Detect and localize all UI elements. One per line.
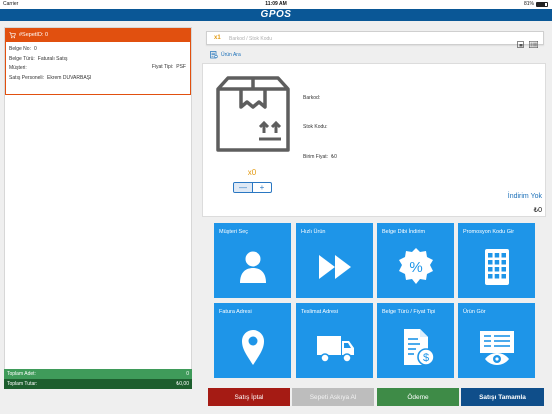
tile-label: Hızlı Ürün: [301, 229, 326, 235]
personel-row: Satış Personeli: Ekrem DUVARBAŞI: [9, 75, 187, 85]
payment-button[interactable]: Ödeme: [377, 388, 459, 406]
toplam-adet-row: Toplam Adet: 0: [4, 369, 192, 379]
decrease-button[interactable]: —: [234, 183, 253, 192]
cart-header[interactable]: #SepetID: 0: [5, 28, 191, 42]
battery-icon: [536, 1, 548, 7]
product-card: x0 — + Barkod: Stok Kodu: Birim Fiyat: ₺…: [202, 63, 546, 217]
belge-turu-label: Belge Türü:: [9, 55, 35, 62]
barcode-bar: x1: [206, 31, 544, 49]
barcode-scan-icon[interactable]: [529, 35, 538, 49]
app-root: Carrier 11:09 AM 81% GPOS #SepetID: 0 Be…: [0, 0, 552, 414]
belge-no-value: 0: [33, 46, 37, 52]
tile-musteri-sec[interactable]: Müşteri Seç: [214, 223, 291, 298]
cart-id-label: #SepetID: 0: [19, 32, 49, 38]
svg-text:$: $: [423, 352, 429, 364]
document-price-icon: $: [396, 327, 436, 367]
person-icon: [233, 247, 273, 287]
tile-label: Teslimat Adresi: [301, 309, 338, 315]
belge-no-row: Belge No: 0: [9, 46, 187, 56]
keypad-icon: [477, 247, 517, 287]
tile-label: Belge Türü / Fiyat Tipi: [382, 309, 436, 315]
cancel-sale-button[interactable]: Satış İptal: [208, 388, 290, 406]
tile-hizli-urun[interactable]: Hızlı Ürün: [296, 223, 373, 298]
birim-fiyat-value: ₺0: [331, 154, 337, 160]
birim-fiyat-label: Birim Fiyat:: [303, 154, 328, 160]
list-search-icon: [210, 51, 218, 59]
personel-label: Satış Personeli:: [9, 74, 45, 81]
tile-label: Müşteri Seç: [219, 229, 249, 235]
status-bar: Carrier 11:09 AM 81%: [0, 0, 552, 9]
fiyat-tipi-label: Fiyat Tipi:: [151, 64, 174, 70]
toplam-adet-value: 0: [186, 371, 189, 377]
keyboard-toggle-icon[interactable]: [517, 35, 524, 48]
tile-belge-turu-fiyat-tipi[interactable]: Belge Türü / Fiyat Tipi $: [377, 303, 454, 378]
quantity-multiplier[interactable]: x1: [214, 32, 221, 45]
toplam-tutar-value: ₺0,00: [176, 381, 189, 387]
app-logo: GPOS: [260, 9, 292, 20]
product-box-icon: [214, 75, 292, 153]
barcode-input[interactable]: [229, 34, 509, 43]
stok-kodu-field: Stok Kodu:: [303, 124, 330, 130]
tile-fatura-adresi[interactable]: Fatura Adresi: [214, 303, 291, 378]
discount-label: İndirim Yok: [507, 193, 542, 200]
toplam-adet-label: Toplam Adet:: [7, 371, 36, 377]
fiyat-tipi-value: PSF: [176, 64, 186, 70]
hold-cart-button[interactable]: Sepeti Askıya Al: [292, 388, 374, 406]
product-price: ₺0: [533, 207, 542, 214]
barkod-label: Barkod:: [303, 95, 321, 101]
increase-button[interactable]: +: [253, 183, 271, 192]
stok-kodu-label: Stok Kodu:: [303, 124, 328, 130]
view-document-icon: [477, 327, 517, 367]
toplam-tutar-label: Toplam Tutar:: [7, 381, 38, 387]
quantity-stepper: — +: [233, 182, 272, 193]
battery-percent: 81%: [523, 1, 534, 7]
tile-label: Ürün Gör: [463, 309, 486, 315]
tile-belge-dibi-indirim[interactable]: Belge Dibi İndirim %: [377, 223, 454, 298]
birim-fiyat-field: Birim Fiyat: ₺0: [303, 154, 337, 160]
svg-text:%: %: [409, 259, 422, 276]
belge-turu-value: Faturalı Satış: [37, 55, 68, 62]
product-search-label: Ürün Ara: [221, 52, 241, 58]
musteri-label: Müşteri:: [9, 65, 27, 71]
tile-label: Belge Dibi İndirim: [382, 229, 426, 235]
tile-label: Promosyon Kodu Gir: [463, 229, 515, 235]
percent-badge-icon: %: [396, 247, 436, 287]
product-search-link[interactable]: Ürün Ara: [210, 51, 241, 59]
tile-teslimat-adresi[interactable]: Teslimat Adresi: [296, 303, 373, 378]
tile-label: Fatura Adresi: [219, 309, 252, 315]
fiyat-tipi: Fiyat Tipi: PSF: [152, 64, 186, 70]
shopping-cart-icon: [9, 31, 16, 39]
delivery-truck-icon: [315, 327, 355, 367]
complete-sale-button[interactable]: Satışı Tamamla: [461, 388, 544, 406]
cart-totals: Toplam Adet: 0 Toplam Tutar: ₺0,00: [4, 369, 192, 389]
clock: 11:09 AM: [265, 1, 287, 7]
personel-value: Ekrem DUVARBAŞI: [47, 74, 92, 81]
product-quantity: x0: [247, 168, 257, 177]
location-pin-icon: [233, 327, 273, 367]
tile-promosyon-kodu[interactable]: Promosyon Kodu Gir: [458, 223, 535, 298]
battery-status: 81%: [524, 1, 548, 7]
belge-no-label: Belge No:: [9, 46, 31, 52]
app-header: GPOS: [0, 9, 552, 21]
barkod-field: Barkod:: [303, 95, 323, 101]
toplam-tutar-row: Toplam Tutar: ₺0,00: [4, 379, 192, 389]
fast-forward-icon: [315, 247, 355, 287]
cart-info: Belge No: 0 Belge Türü: Faturalı Satış M…: [5, 42, 191, 95]
tile-urun-gor[interactable]: Ürün Gör: [458, 303, 535, 378]
cart-panel: #SepetID: 0 Belge No: 0 Belge Türü: Fatu…: [4, 27, 192, 389]
